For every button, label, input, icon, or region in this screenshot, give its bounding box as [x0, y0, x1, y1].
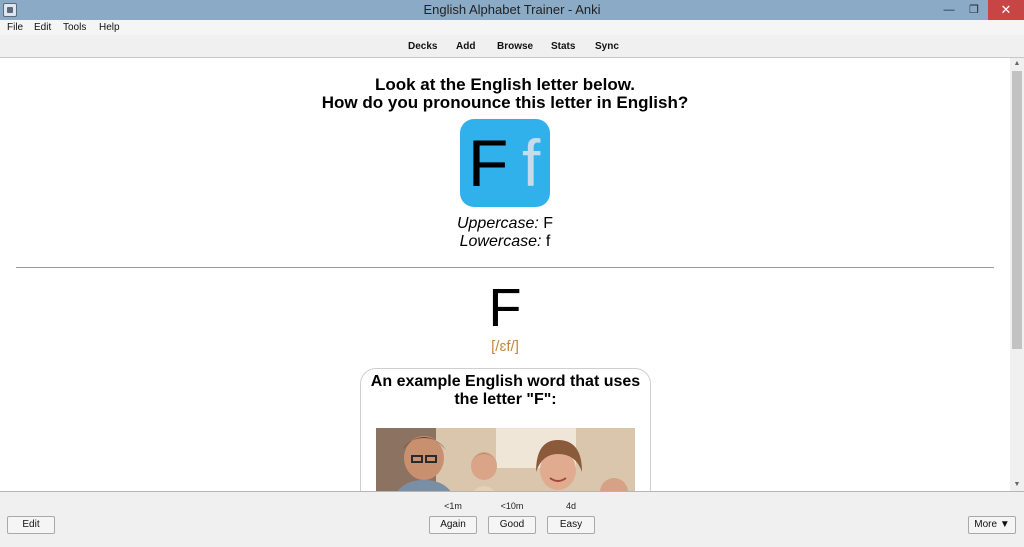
close-icon[interactable]: ✕: [988, 0, 1024, 20]
answer-bar: Edit <1m <10m 4d Again Good Easy More ▼: [0, 491, 1024, 547]
example-word-box: An example English word that uses the le…: [360, 368, 651, 491]
uppercase-label: Uppercase:: [456, 215, 539, 232]
toolbar-browse-link[interactable]: Browse: [497, 35, 533, 58]
again-interval: <1m: [444, 501, 462, 511]
easy-interval: 4d: [565, 501, 576, 511]
menu-help[interactable]: Help: [99, 20, 120, 35]
menu-file[interactable]: File: [7, 20, 23, 35]
family-photo-drawing: [376, 428, 635, 491]
tile-lowercase-letter: f: [522, 126, 541, 200]
window-title: English Alphabet Trainer - Anki: [423, 2, 601, 17]
answer-divider: [16, 267, 994, 268]
card-scrollbar[interactable]: ▲ ▼: [1010, 58, 1024, 491]
tile-uppercase-letter: F: [468, 126, 509, 200]
lowercase-value: f: [545, 233, 551, 250]
toolbar-decks-link[interactable]: Decks: [408, 35, 437, 58]
lowercase-line: Lowercase: f: [0, 233, 1010, 251]
toolbar-sync-link[interactable]: Sync: [595, 35, 619, 58]
family-photo: [376, 428, 635, 491]
menu-edit[interactable]: Edit: [34, 20, 51, 35]
menu-bar: File Edit Tools Help: [0, 20, 1024, 35]
restore-icon[interactable]: ❐: [963, 0, 985, 20]
scroll-thumb[interactable]: [1012, 71, 1022, 349]
example-heading-line-2: the letter "F":: [454, 391, 557, 408]
toolbar-stats-link[interactable]: Stats: [551, 35, 575, 58]
uppercase-value: F: [543, 215, 554, 232]
title-bar: English Alphabet Trainer - Anki — ❐ ✕: [0, 0, 1024, 20]
card-view[interactable]: Look at the English letter below. How do…: [0, 58, 1010, 491]
again-button[interactable]: Again: [429, 516, 477, 534]
example-heading-line-1: An example English word that uses: [370, 373, 641, 390]
question-line-1: Look at the English letter below.: [374, 75, 636, 94]
minimize-icon[interactable]: —: [938, 0, 960, 20]
edit-button[interactable]: Edit: [7, 516, 55, 534]
menu-tools[interactable]: Tools: [63, 20, 86, 35]
uppercase-line: Uppercase: F: [0, 215, 1010, 233]
pronunciation-text: [/ɛf/]: [491, 338, 519, 355]
question-line-2: How do you pronounce this letter in Engl…: [321, 93, 689, 112]
toolbar-add-link[interactable]: Add: [456, 35, 475, 58]
good-button[interactable]: Good: [488, 516, 536, 534]
letter-tile-image: F f: [460, 119, 550, 207]
scroll-up-arrow-icon[interactable]: ▲: [1010, 58, 1024, 70]
scroll-down-arrow-icon[interactable]: ▼: [1010, 479, 1024, 491]
easy-button[interactable]: Easy: [547, 516, 595, 534]
example-heading: An example English word that uses the le…: [361, 373, 650, 409]
answer-letter: F: [488, 278, 522, 338]
main-toolbar: Decks Add Browse Stats Sync: [0, 35, 1024, 58]
more-button[interactable]: More ▼: [968, 516, 1016, 534]
lowercase-label: Lowercase:: [459, 233, 542, 250]
good-interval: <10m: [500, 501, 524, 511]
